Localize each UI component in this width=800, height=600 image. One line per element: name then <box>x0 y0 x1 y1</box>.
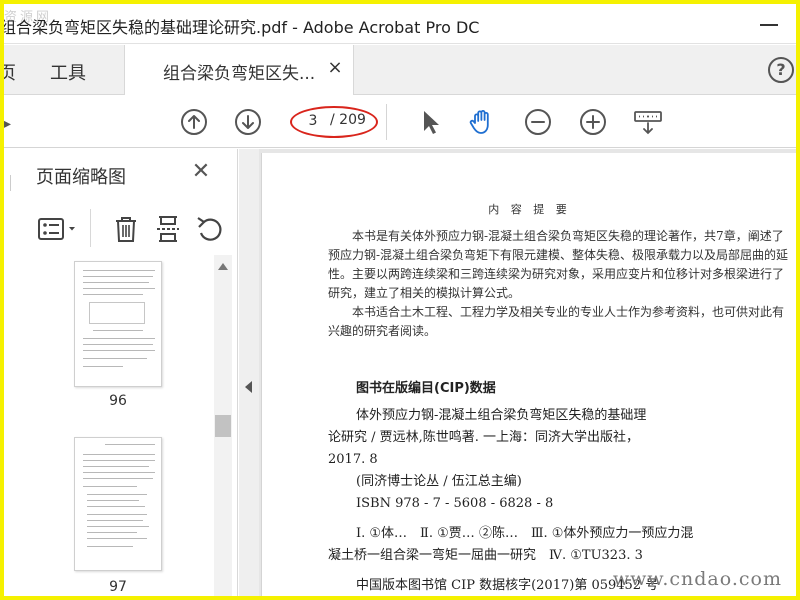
cip-title: 图书在版编目(CIP)数据 <box>356 381 496 396</box>
hand-tool-button[interactable] <box>466 106 498 138</box>
trash-icon <box>116 217 136 242</box>
tab-home[interactable]: 页 <box>4 59 16 85</box>
toolbar-divider <box>386 104 387 140</box>
hand-icon <box>469 110 489 134</box>
main-toolbar: ▸ / 209 <box>4 96 796 148</box>
window-title: 组合梁负弯矩区失稳的基础理论研究.pdf - Adobe Acrobat Pro… <box>4 18 480 37</box>
thumbnail-toolbar-divider <box>90 209 91 247</box>
zoom-out-button[interactable] <box>522 106 554 138</box>
arrow-up-icon <box>181 109 207 135</box>
scroll-thumb[interactable] <box>215 415 231 437</box>
arrow-down-icon <box>235 109 261 135</box>
select-arrow-icon <box>424 111 439 134</box>
panel-close-button[interactable]: ✕ <box>190 161 212 183</box>
options-menu-button[interactable] <box>36 213 82 245</box>
pdf-page: 内 容 提 要 本书是有关体外预应力钢-混凝土组合梁负弯矩区失稳的理论著作，共7… <box>261 153 796 596</box>
thumbnail-scrollbar[interactable] <box>214 255 232 596</box>
classification-line: Ⅰ. ①体… Ⅱ. ①贾… ②陈… Ⅲ. ①体外预应力一预应力混 <box>356 526 694 541</box>
previous-page-button[interactable] <box>178 106 210 138</box>
document-viewer[interactable]: 内 容 提 要 本书是有关体外预应力钢-混凝土组合梁负弯矩区失稳的理论著作，共7… <box>259 149 796 596</box>
thumbnail-page-97[interactable] <box>74 437 162 571</box>
thumbnail-toolbar <box>4 205 238 253</box>
cip-line: ISBN 978 - 7 - 5608 - 6828 - 8 <box>356 496 554 511</box>
thumbnail-page-96[interactable] <box>74 261 162 387</box>
tab-document[interactable]: 组合梁负弯矩区失... × <box>124 45 354 95</box>
panel-bracket <box>10 175 16 191</box>
zoom-in-button[interactable] <box>577 106 609 138</box>
tab-close-button[interactable]: × <box>325 57 345 79</box>
next-page-button[interactable] <box>232 106 264 138</box>
minimize-button[interactable] <box>760 18 778 30</box>
thumbnail-label: 97 <box>109 579 127 595</box>
classification-line: 凝土桥一组合梁一弯矩一屈曲一研究 Ⅳ. ①TU323. 3 <box>328 548 643 563</box>
zoom-in-icon <box>580 109 606 135</box>
rotate-page-button[interactable] <box>192 213 228 245</box>
abstract-body: 本书是有关体外预应力钢-混凝土组合梁负弯矩区失稳的理论著作，共7章，阐述了预应力… <box>328 227 794 341</box>
thumbnail-label: 96 <box>109 393 127 409</box>
collapse-arrow-icon[interactable] <box>245 381 252 393</box>
tab-document-label: 组合梁负弯矩区失... <box>163 64 316 84</box>
title-bar: 资源网 组合梁负弯矩区失稳的基础理论研究.pdf - Adobe Acrobat… <box>4 4 796 44</box>
cip-line: 论研究 / 贾远林,陈世鸣著. 一上海：同济大学出版社， <box>328 430 640 445</box>
panel-heading: 页面缩略图 <box>36 167 126 188</box>
page-split-icon <box>157 216 179 242</box>
help-icon[interactable]: ? <box>768 57 794 83</box>
red-highlight-ellipse <box>290 106 378 138</box>
zoom-out-icon <box>525 109 551 135</box>
delete-page-button[interactable] <box>108 213 144 245</box>
keyboard-icon <box>634 111 662 135</box>
section-title: 内 容 提 要 <box>488 203 571 216</box>
cip-line: 2017. 8 <box>328 452 378 467</box>
watermark-bottom: www.cndao.com <box>612 568 782 590</box>
tab-bar: 页 工具 组合梁负弯矩区失... × ? <box>4 45 796 95</box>
options-list-icon <box>38 218 75 240</box>
rotate-icon <box>197 217 222 241</box>
abstract-paragraph: 本书适合土木工程、工程力学及相关专业的专业人士作为参考资料，也可供对此有兴趣的研… <box>328 305 785 338</box>
cip-line: 体外预应力钢-混凝土组合梁负弯矩区失稳的基础理 <box>356 408 647 423</box>
scroll-up-arrow-icon[interactable] <box>218 263 228 270</box>
acrobat-window: 资源网 组合梁负弯矩区失稳的基础理论研究.pdf - Adobe Acrobat… <box>4 4 796 596</box>
abstract-paragraph: 本书是有关体外预应力钢-混凝土组合梁负弯矩区失稳的理论著作，共7章，阐述了预应力… <box>328 229 789 300</box>
select-tool-button[interactable] <box>414 106 446 138</box>
extract-page-button[interactable] <box>150 213 186 245</box>
toolbar-overflow-marker: ▸ <box>4 116 12 132</box>
page-navigator: / 209 <box>290 106 378 138</box>
thumbnail-panel: 页面缩略图 ✕ 96 97 <box>4 149 238 596</box>
panel-collapse-gutter[interactable] <box>239 149 259 596</box>
tab-tools[interactable]: 工具 <box>50 59 86 85</box>
thumbnail-list: 96 97 <box>4 255 214 596</box>
keyboard-tool-button[interactable] <box>632 106 664 138</box>
cip-line: (同济博士论丛 / 伍江总主编) <box>356 474 522 489</box>
